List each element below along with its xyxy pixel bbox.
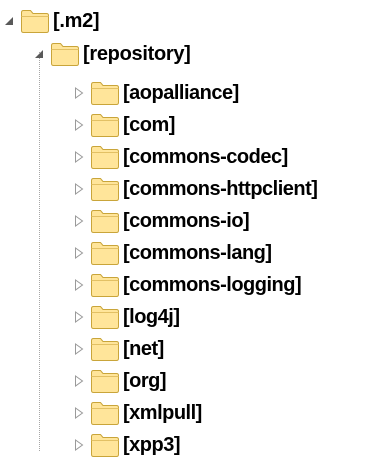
folder-icon: [90, 144, 120, 170]
tree-node-label: [repository]: [83, 43, 191, 65]
folder-icon: [90, 368, 120, 394]
folder-icon: [90, 272, 120, 298]
tree-node-commons-io[interactable]: [commons-io]: [72, 205, 250, 237]
tree-node-com[interactable]: [com]: [72, 109, 175, 141]
tree-node-label: [xmlpull]: [123, 402, 202, 424]
tree-node-label: [xpp3]: [123, 434, 181, 456]
folder-tree: [.m2] [repository] [aopalliance] [com] […: [0, 0, 365, 457]
folder-icon: [90, 304, 120, 330]
tree-node-log4j[interactable]: [log4j]: [72, 301, 180, 333]
folder-icon: [90, 400, 120, 426]
folder-icon: [90, 336, 120, 362]
tree-node-label: [aopalliance]: [123, 82, 239, 104]
tree-node-label: [net]: [123, 338, 164, 360]
tree-node-commons-httpclient[interactable]: [commons-httpclient]: [72, 173, 318, 205]
tree-node-commons-codec[interactable]: [commons-codec]: [72, 141, 288, 173]
expanded-arrow-icon[interactable]: [32, 47, 46, 61]
tree-node-xmlpull[interactable]: [xmlpull]: [72, 397, 202, 429]
folder-icon: [90, 112, 120, 138]
tree-node-label: [commons-lang]: [123, 242, 272, 264]
folder-icon: [90, 176, 120, 202]
folder-icon: [90, 240, 120, 266]
collapsed-arrow-icon[interactable]: [72, 86, 86, 100]
collapsed-arrow-icon[interactable]: [72, 310, 86, 324]
collapsed-arrow-icon[interactable]: [72, 182, 86, 196]
tree-node-label: [.m2]: [53, 10, 100, 32]
tree-node-label: [org]: [123, 370, 167, 392]
collapsed-arrow-icon[interactable]: [72, 150, 86, 164]
collapsed-arrow-icon[interactable]: [72, 374, 86, 388]
tree-node-commons-lang[interactable]: [commons-lang]: [72, 237, 272, 269]
tree-node-label: [commons-logging]: [123, 274, 302, 296]
collapsed-arrow-icon[interactable]: [72, 342, 86, 356]
folder-icon: [90, 80, 120, 106]
tree-node-label: [log4j]: [123, 306, 180, 328]
tree-node-aopalliance[interactable]: [aopalliance]: [72, 77, 239, 109]
expanded-arrow-icon[interactable]: [2, 14, 16, 28]
tree-node-org[interactable]: [org]: [72, 365, 167, 397]
tree-node-net[interactable]: [net]: [72, 333, 164, 365]
folder-icon: [20, 8, 50, 34]
collapsed-arrow-icon[interactable]: [72, 406, 86, 420]
collapsed-arrow-icon[interactable]: [72, 118, 86, 132]
tree-node-repository[interactable]: [repository]: [32, 38, 191, 70]
folder-icon: [50, 41, 80, 67]
folder-icon: [90, 208, 120, 234]
collapsed-arrow-icon[interactable]: [72, 278, 86, 292]
tree-node-label: [commons-httpclient]: [123, 178, 318, 200]
collapsed-arrow-icon[interactable]: [72, 438, 86, 452]
collapsed-arrow-icon[interactable]: [72, 214, 86, 228]
tree-guide-line: [39, 52, 40, 451]
tree-node-xpp3[interactable]: [xpp3]: [72, 429, 181, 461]
folder-icon: [90, 432, 120, 458]
tree-node-commons-logging[interactable]: [commons-logging]: [72, 269, 302, 301]
tree-node-label: [com]: [123, 114, 175, 136]
tree-node-m2[interactable]: [.m2]: [2, 5, 100, 37]
tree-node-label: [commons-codec]: [123, 146, 288, 168]
collapsed-arrow-icon[interactable]: [72, 246, 86, 260]
tree-node-label: [commons-io]: [123, 210, 250, 232]
